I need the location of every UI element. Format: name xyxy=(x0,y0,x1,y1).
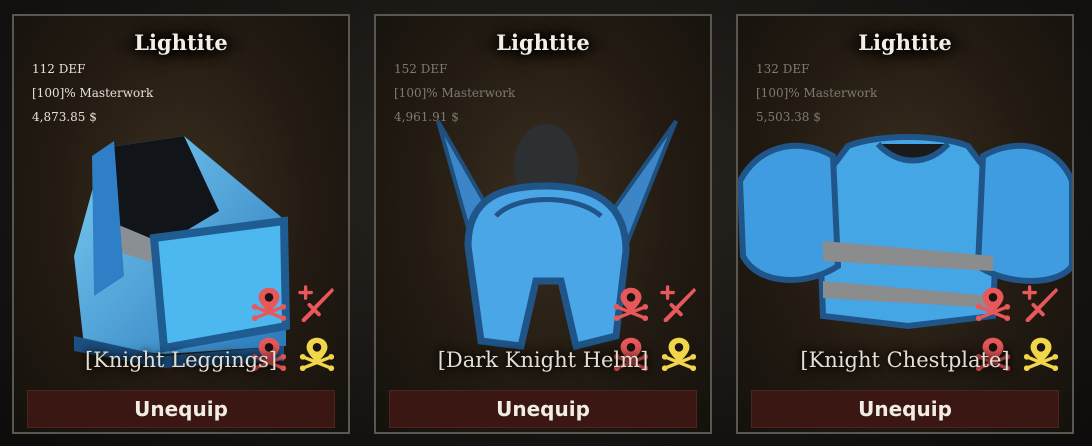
masterwork-stat: [100]% Masterwork xyxy=(394,86,516,100)
skull-pin-red-icon[interactable] xyxy=(974,284,1012,322)
card-title: Lightite xyxy=(858,30,952,55)
price-stat: 5,503.38 $ xyxy=(756,110,821,124)
item-card-chestplate[interactable]: Lightite 132 DEF [100]% Masterwork 5,503… xyxy=(736,14,1074,434)
sword-plus-red-icon[interactable] xyxy=(660,284,698,322)
masterwork-stat: [100]% Masterwork xyxy=(756,86,878,100)
item-name: [Knight Chestplate] xyxy=(800,348,1010,372)
card-title: Lightite xyxy=(496,30,590,55)
defense-stat: 132 DEF xyxy=(756,62,810,76)
masterwork-stat: [100]% Masterwork xyxy=(32,86,154,100)
item-name: [Knight Leggings] xyxy=(84,348,278,372)
unequip-button[interactable]: Unequip xyxy=(27,390,335,428)
defense-stat: 112 DEF xyxy=(32,62,86,76)
sword-plus-red-icon[interactable] xyxy=(298,284,336,322)
unequip-button[interactable]: Unequip xyxy=(751,390,1059,428)
item-name: [Dark Knight Helm] xyxy=(437,348,649,372)
price-stat: 4,961.91 $ xyxy=(394,110,459,124)
skull-pin-red-icon[interactable] xyxy=(612,284,650,322)
defense-stat: 152 DEF xyxy=(394,62,448,76)
price-stat: 4,873.85 $ xyxy=(32,110,97,124)
unequip-button[interactable]: Unequip xyxy=(389,390,697,428)
card-title: Lightite xyxy=(134,30,228,55)
item-card-helm[interactable]: Lightite 152 DEF [100]% Masterwork 4,961… xyxy=(374,14,712,434)
item-card-leggings[interactable]: Lightite 112 DEF [100]% Masterwork 4,873… xyxy=(12,14,350,434)
skull-pin-red-icon[interactable] xyxy=(250,284,288,322)
sword-plus-red-icon[interactable] xyxy=(1022,284,1060,322)
